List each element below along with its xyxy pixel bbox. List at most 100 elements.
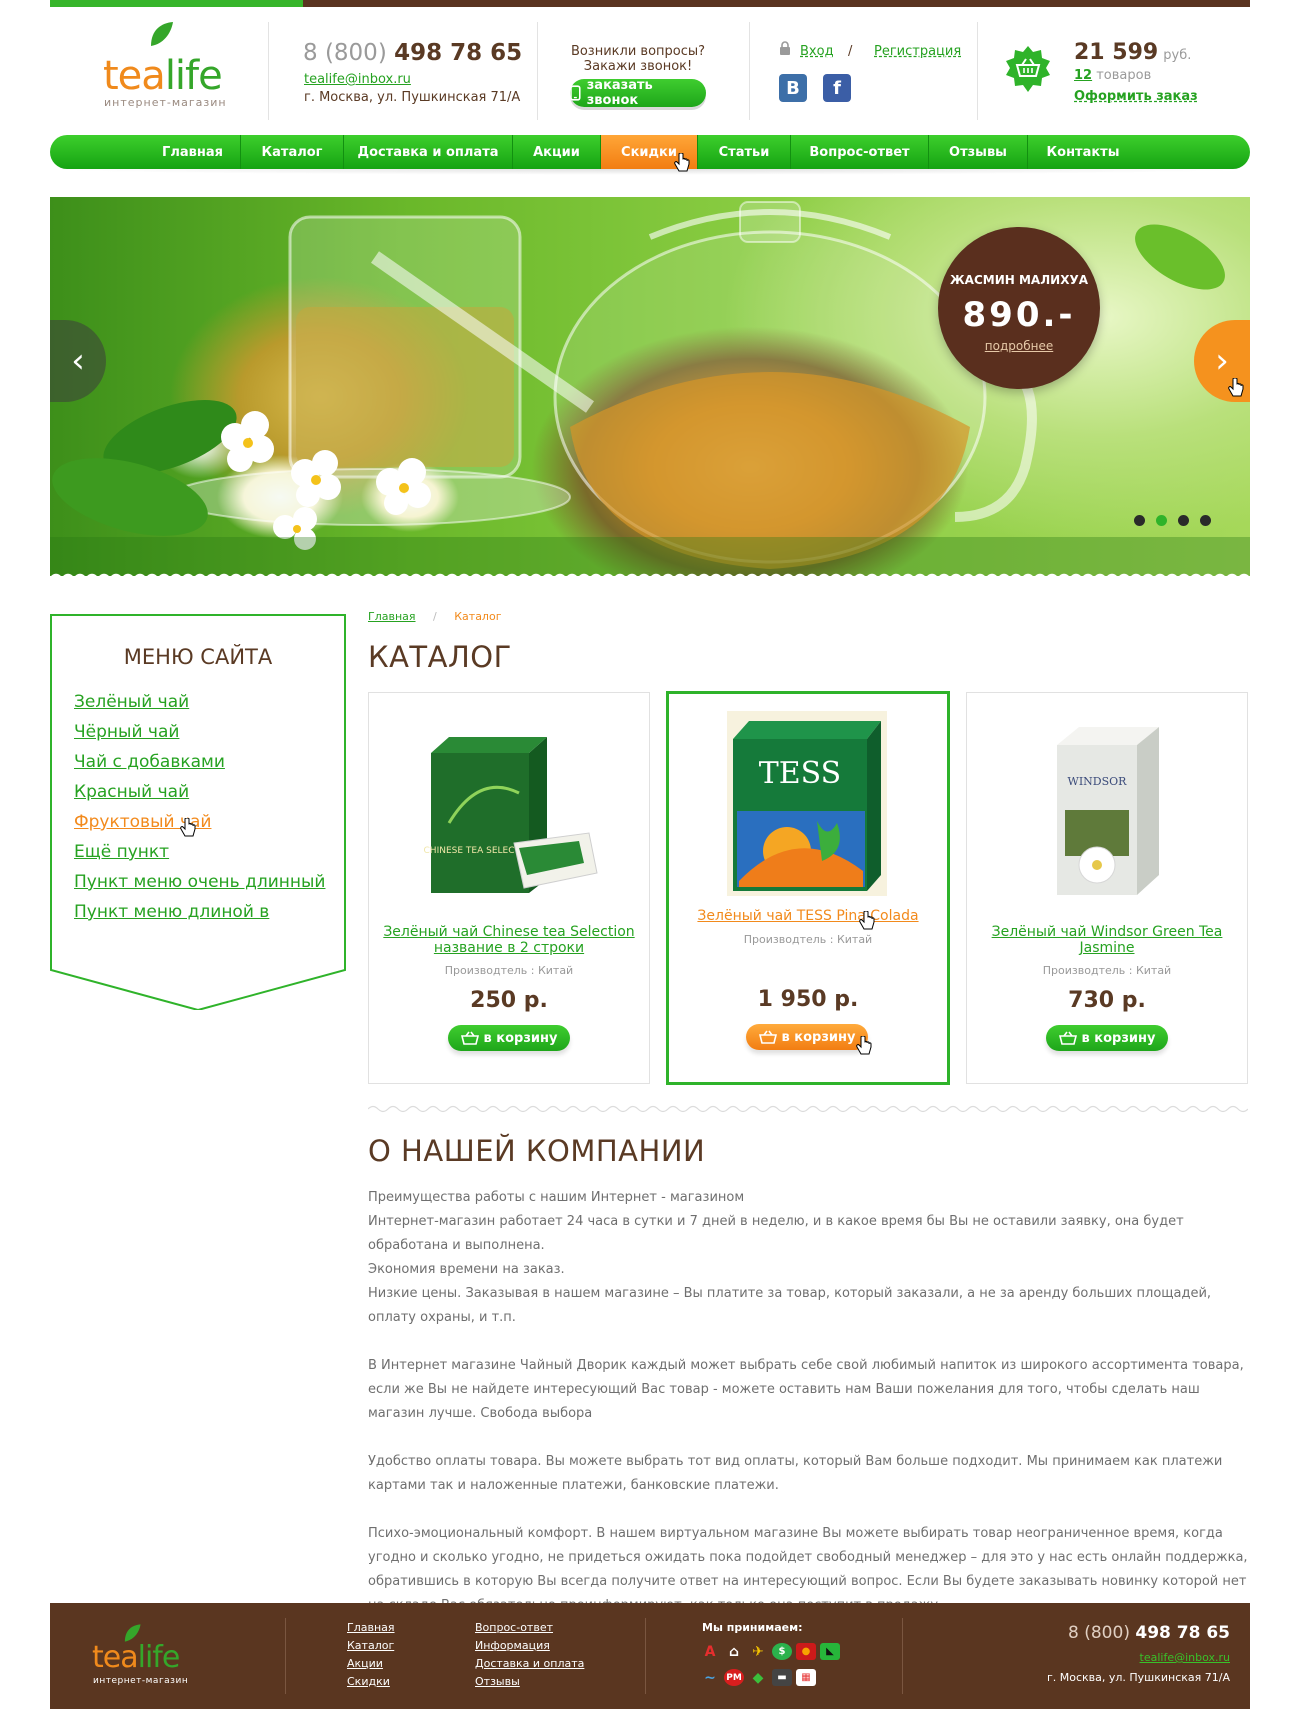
header-divider (977, 22, 978, 120)
menu-item-black-tea[interactable]: Чёрный чай (74, 724, 179, 741)
promo-badge[interactable]: ЖАСМИН МАЛИХУА 890.- подробнее (938, 227, 1100, 389)
product-card-selected[interactable]: TESS Зелёный чай TESS Pina Colada Произв… (666, 691, 950, 1085)
footer-link-info[interactable]: Информация (475, 1639, 550, 1652)
product-title[interactable]: Зелёный чай Windsor Green Tea Jasmine (977, 924, 1237, 956)
pay-glyph: ▬ (777, 1672, 787, 1683)
menu-item-flavored-tea[interactable]: Чай с добавками (74, 754, 225, 771)
header-address: г. Москва, ул. Пушкинская 71/А (304, 90, 521, 105)
site-menu-arrow (50, 924, 346, 1010)
basket-icon (460, 1031, 479, 1045)
cart-total-value: 21 599 (1074, 40, 1159, 65)
vk-icon[interactable]: В (779, 74, 807, 102)
footer-link-home[interactable]: Главная (347, 1621, 395, 1634)
slider-dot[interactable] (1178, 515, 1189, 526)
header-divider (537, 22, 538, 120)
payment-title: Мы принимаем: (702, 1621, 803, 1634)
main-nav: Главная Каталог Доставка и оплата Акции … (50, 135, 1250, 172)
nav-item-home[interactable]: Главная (145, 135, 240, 169)
basket-icon (1058, 1031, 1077, 1045)
footer-phone-number: 498 78 65 (1135, 1623, 1230, 1643)
menu-item-another[interactable]: Ещё пункт (74, 844, 169, 861)
nav-item-contacts[interactable]: Контакты (1028, 135, 1138, 169)
nav-item-promotions[interactable]: Акции (513, 135, 600, 169)
footer-link-catalog[interactable]: Каталог (347, 1639, 394, 1652)
about-title: О НАШЕЙ КОМПАНИИ (368, 1134, 706, 1168)
footer-logo-tea: tea (92, 1640, 139, 1675)
phone-prefix: 8 (800) (303, 40, 387, 66)
add-to-cart-label: в корзину (483, 1030, 558, 1046)
login-link[interactable]: Вход (800, 44, 834, 59)
product-title[interactable]: Зелёный чай Chinese tea Selection назван… (379, 924, 639, 956)
hand-cursor-icon (856, 1036, 872, 1055)
footer-email-link[interactable]: tealife@inbox.ru (1140, 1651, 1230, 1664)
cart-basket-icon (1006, 46, 1050, 92)
product-box-brand: TESS (759, 756, 842, 791)
about-paragraph: Низкие цены. Заказывая в нашем магазине … (368, 1286, 1212, 1325)
section-divider-wave (368, 1105, 1248, 1113)
footer-address: г. Москва, ул. Пушкинская 71/А (1046, 1671, 1230, 1684)
cart-count: 12 товаров (1074, 68, 1151, 83)
nav-item-faq[interactable]: Вопрос-ответ (791, 135, 928, 169)
nav-item-articles[interactable]: Статьи (698, 135, 790, 169)
add-to-cart-button[interactable]: в корзину (448, 1025, 570, 1051)
add-to-cart-button[interactable]: в корзину (746, 1024, 868, 1050)
footer-link-delivery[interactable]: Доставка и оплата (475, 1657, 584, 1670)
chevron-right-icon: › (1215, 341, 1229, 381)
footer-link-reviews[interactable]: Отзывы (475, 1675, 520, 1688)
facebook-icon[interactable]: f (823, 74, 851, 102)
qiwi-icon: ∼ (700, 1669, 720, 1686)
product-box-brand: WINDSOR (1068, 775, 1128, 788)
basket-icon (758, 1030, 777, 1044)
privat-icon: ◣ (820, 1643, 840, 1660)
fb-glyph: f (833, 77, 841, 99)
logo-subtitle: интернет-магазин (104, 96, 227, 109)
rbk-money-icon: PM (724, 1669, 744, 1686)
vk-glyph: В (786, 77, 800, 99)
menu-item-red-tea[interactable]: Красный чай (74, 784, 189, 801)
product-card[interactable]: CHINESE TEA SELECTION Зелёный чай Chines… (368, 692, 650, 1084)
product-image: TESS (727, 711, 887, 896)
product-maker: Производтель : Китай (444, 964, 574, 977)
menu-item-green-tea[interactable]: Зелёный чай (74, 694, 189, 711)
bank-icon: ⌂ (724, 1643, 744, 1660)
register-link[interactable]: Регистрация (874, 44, 961, 59)
callback-question-sub: Закажи звонок! (583, 59, 693, 74)
breadcrumb-home[interactable]: Главная (368, 610, 416, 623)
nav-item-catalog[interactable]: Каталог (241, 135, 343, 169)
catalog-title: КАТАЛОГ (368, 640, 512, 674)
logo[interactable]: tealife интернет-магазин (103, 20, 243, 110)
about-paragraph: Удобство оплаты товара. Вы можете выбрат… (368, 1454, 1223, 1493)
menu-item-long[interactable]: Пункт меню очень длинный (74, 874, 325, 891)
logo-life: life (164, 53, 223, 99)
logo-tea: tea (103, 53, 166, 99)
checkout-link[interactable]: Оформить заказ (1074, 89, 1198, 104)
add-to-cart-button[interactable]: в корзину (1046, 1025, 1168, 1051)
product-card[interactable]: WINDSOR Зелёный чай Windsor Green Tea Ja… (966, 692, 1248, 1084)
cart-badge[interactable] (1004, 45, 1052, 93)
promo-more-link[interactable]: подробнее (938, 339, 1100, 353)
site-menu: МЕНЮ САЙТА Зелёный чай Чёрный чай Чай с … (50, 614, 346, 938)
slider-dot[interactable] (1134, 515, 1145, 526)
footer-link-faq[interactable]: Вопрос-ответ (475, 1621, 553, 1634)
slider-dot[interactable] (1200, 515, 1211, 526)
footer-logo[interactable]: tealife интернет-магазин (92, 1623, 202, 1693)
cart-count-value[interactable]: 12 (1074, 68, 1092, 83)
nav-item-discounts[interactable]: Скидки (601, 135, 697, 172)
header-divider (749, 22, 750, 120)
mastercard-icon: ● (796, 1643, 816, 1660)
callback-button[interactable]: заказать звонок (570, 78, 706, 108)
pay-glyph: ◆ (752, 1669, 764, 1686)
nav-item-reviews[interactable]: Отзывы (929, 135, 1027, 169)
footer-link-discounts[interactable]: Скидки (347, 1675, 390, 1688)
nav-item-delivery[interactable]: Доставка и оплата (344, 135, 512, 169)
slider-dot-active[interactable] (1156, 515, 1167, 526)
hand-cursor-icon (180, 818, 196, 837)
nav-shadow (40, 169, 1260, 175)
product-title[interactable]: Зелёный чай TESS Pina Colada (679, 908, 937, 924)
footer: tealife интернет-магазин Главная Каталог… (50, 1603, 1250, 1709)
header-email-link[interactable]: tealife@inbox.ru (304, 72, 411, 87)
footer-phone-prefix: 8 (800) (1068, 1623, 1130, 1643)
cart-total: 21 599 руб. (1074, 40, 1191, 65)
footer-link-promotions[interactable]: Акции (347, 1657, 383, 1670)
cart-currency: руб. (1163, 48, 1192, 63)
